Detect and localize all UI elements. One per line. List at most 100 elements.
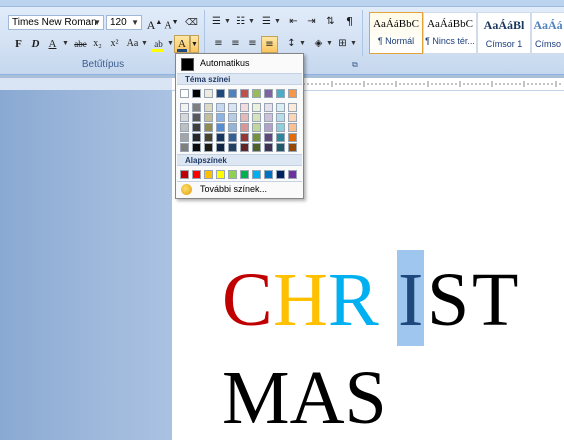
theme-shade-swatch[interactable] — [240, 133, 249, 142]
decrease-indent-icon[interactable]: ⇤ — [285, 14, 302, 31]
superscript-button[interactable]: x² — [106, 36, 123, 53]
theme-shade-swatch[interactable] — [192, 103, 201, 112]
standard-color-swatch[interactable] — [180, 170, 189, 179]
chevron-down-icon[interactable]: ▼ — [326, 40, 333, 47]
theme-shade-swatch[interactable] — [264, 103, 273, 112]
style-heading-1[interactable]: AaÁáBl Címsor 1 — [477, 12, 531, 54]
font-color-button[interactable]: A — [174, 35, 190, 53]
subscript-button[interactable]: x₂ — [89, 36, 106, 53]
dialog-launcher-icon[interactable]: ⧉ — [352, 60, 358, 70]
standard-color-swatch[interactable] — [288, 170, 297, 179]
theme-shade-swatch[interactable] — [288, 133, 297, 142]
borders-icon[interactable]: ⊞ — [334, 36, 351, 53]
underline-button[interactable]: A — [44, 36, 61, 53]
align-right-icon[interactable]: ≡ — [244, 36, 261, 53]
multilevel-list-icon[interactable]: ☰ — [258, 14, 275, 31]
theme-shade-swatch[interactable] — [216, 103, 225, 112]
chevron-down-icon[interactable]: ▼ — [167, 40, 174, 47]
more-colors-item[interactable]: További színek... — [178, 182, 301, 197]
theme-shade-swatch[interactable] — [216, 133, 225, 142]
document-line-1[interactable]: C H R I S T — [222, 262, 542, 342]
theme-shade-swatch[interactable] — [264, 133, 273, 142]
theme-shade-swatch[interactable] — [192, 143, 201, 152]
align-left-icon[interactable]: ≡ — [210, 36, 227, 53]
theme-shade-swatch[interactable] — [228, 113, 237, 122]
numbering-icon[interactable]: ☷ — [232, 14, 249, 31]
style-heading-2[interactable]: AaÁá Címso — [531, 12, 564, 54]
theme-shade-swatch[interactable] — [204, 133, 213, 142]
theme-shade-swatch[interactable] — [276, 123, 285, 132]
standard-color-swatch[interactable] — [276, 170, 285, 179]
theme-shade-swatch[interactable] — [240, 123, 249, 132]
style-normal[interactable]: AaÁáBbC ¶ Normál — [369, 12, 423, 54]
theme-shade-swatch[interactable] — [192, 123, 201, 132]
align-center-icon[interactable]: ≡ — [227, 36, 244, 53]
theme-shade-swatch[interactable] — [180, 113, 189, 122]
theme-shade-swatch[interactable] — [276, 133, 285, 142]
theme-color-swatch[interactable] — [216, 89, 225, 98]
style-no-spacing[interactable]: AaÁáBbC ¶ Nincs tér... — [423, 12, 477, 54]
standard-color-swatch[interactable] — [204, 170, 213, 179]
theme-shade-swatch[interactable] — [276, 103, 285, 112]
highlight-button[interactable]: ab — [150, 36, 167, 53]
theme-shade-swatch[interactable] — [216, 123, 225, 132]
theme-shade-swatch[interactable] — [180, 143, 189, 152]
theme-color-swatch[interactable] — [240, 89, 249, 98]
theme-shade-swatch[interactable] — [192, 113, 201, 122]
standard-color-swatch[interactable] — [264, 170, 273, 179]
bullets-icon[interactable]: ☰ — [208, 14, 225, 31]
chevron-down-icon[interactable]: ▼ — [62, 40, 69, 47]
font-size-combo[interactable]: 120 ▼ — [106, 15, 142, 30]
theme-shade-swatch[interactable] — [264, 113, 273, 122]
theme-shade-swatch[interactable] — [288, 143, 297, 152]
theme-shade-swatch[interactable] — [228, 133, 237, 142]
theme-shade-swatch[interactable] — [252, 133, 261, 142]
theme-shade-swatch[interactable] — [180, 103, 189, 112]
grow-font-button[interactable]: A▲ — [146, 14, 163, 32]
standard-color-swatch[interactable] — [240, 170, 249, 179]
theme-shade-swatch[interactable] — [252, 113, 261, 122]
chevron-down-icon[interactable]: ▼ — [274, 18, 281, 25]
chevron-down-icon[interactable]: ▼ — [299, 40, 306, 47]
theme-shade-swatch[interactable] — [276, 143, 285, 152]
font-color-dropdown-arrow[interactable]: ▼ — [190, 35, 199, 53]
document-line-2[interactable]: MAS — [222, 360, 542, 440]
standard-color-swatch[interactable] — [252, 170, 261, 179]
theme-color-swatch[interactable] — [204, 89, 213, 98]
standard-color-swatch[interactable] — [192, 170, 201, 179]
theme-color-swatch[interactable] — [180, 89, 189, 98]
theme-shade-swatch[interactable] — [288, 123, 297, 132]
theme-shade-swatch[interactable] — [192, 133, 201, 142]
justify-icon[interactable]: ≡ — [261, 36, 278, 53]
theme-color-swatch[interactable] — [276, 89, 285, 98]
chevron-down-icon[interactable]: ▼ — [141, 40, 148, 47]
theme-shade-swatch[interactable] — [252, 103, 261, 112]
standard-color-swatch[interactable] — [216, 170, 225, 179]
increase-indent-icon[interactable]: ⇥ — [303, 14, 320, 31]
theme-shade-swatch[interactable] — [228, 123, 237, 132]
theme-color-swatch[interactable] — [264, 89, 273, 98]
theme-shade-swatch[interactable] — [204, 123, 213, 132]
theme-shade-swatch[interactable] — [240, 103, 249, 112]
theme-color-swatch[interactable] — [288, 89, 297, 98]
theme-shade-swatch[interactable] — [252, 123, 261, 132]
theme-shade-swatch[interactable] — [276, 113, 285, 122]
clear-format-button[interactable]: ⌫ — [183, 14, 200, 31]
theme-shade-swatch[interactable] — [204, 113, 213, 122]
line-spacing-icon[interactable]: ↕ — [283, 36, 300, 53]
shrink-font-button[interactable]: A▼ — [163, 14, 180, 31]
theme-shade-swatch[interactable] — [204, 143, 213, 152]
chevron-down-icon[interactable]: ▼ — [248, 18, 255, 25]
theme-shade-swatch[interactable] — [228, 103, 237, 112]
theme-color-swatch[interactable] — [252, 89, 261, 98]
pilcrow-icon[interactable]: ¶ — [341, 14, 358, 31]
theme-color-swatch[interactable] — [192, 89, 201, 98]
theme-shade-swatch[interactable] — [240, 143, 249, 152]
automatic-color-item[interactable]: Automatikus — [178, 56, 301, 73]
sort-icon[interactable]: ⇅ — [322, 14, 339, 31]
theme-shade-swatch[interactable] — [216, 143, 225, 152]
theme-shade-swatch[interactable] — [204, 103, 213, 112]
shading-icon[interactable]: ◈ — [310, 36, 327, 53]
theme-shade-swatch[interactable] — [216, 113, 225, 122]
theme-shade-swatch[interactable] — [288, 113, 297, 122]
